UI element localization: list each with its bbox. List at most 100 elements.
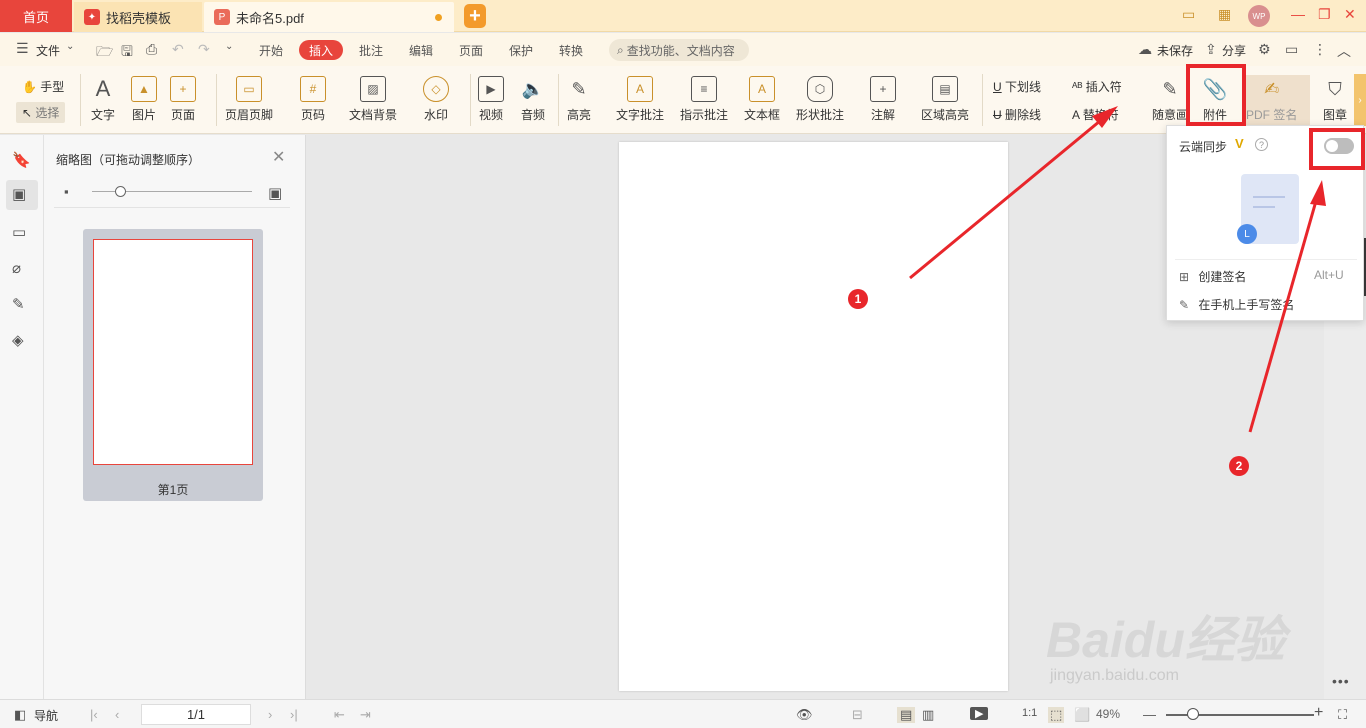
feedback-icon[interactable]: ▭ xyxy=(1285,41,1298,58)
collapse-ribbon-icon[interactable]: ︿ xyxy=(1337,41,1351,61)
fullscreen-icon[interactable]: ⛶ xyxy=(1338,707,1347,723)
doc-background-button[interactable]: ▨ 文档背景 xyxy=(349,76,397,123)
help-icon[interactable]: ? xyxy=(1255,138,1268,151)
large-image-icon[interactable]: ▣ xyxy=(268,184,282,202)
chevron-down-icon[interactable]: ⌄ xyxy=(66,41,74,52)
tab-home[interactable]: 首页 xyxy=(0,0,72,32)
zoom-slider-handle[interactable] xyxy=(1186,708,1199,720)
save-icon[interactable]: 🖫 xyxy=(121,41,133,65)
tab-convert[interactable]: 转换 xyxy=(559,42,583,59)
strikethrough-button[interactable]: U 删除线 xyxy=(993,106,1041,123)
avatar[interactable]: WP xyxy=(1248,5,1270,27)
pointer-comment-button[interactable]: ≡ 指示批注 xyxy=(680,76,728,123)
audio-button[interactable]: 🔈 音频 xyxy=(520,76,546,123)
select-tool[interactable]: ↖ 选择 xyxy=(16,102,66,123)
double-page-icon[interactable]: ▥ xyxy=(922,707,934,723)
fit-page-icon[interactable]: ⬚ xyxy=(1048,707,1065,723)
menu-icon[interactable]: ☰ xyxy=(16,40,29,57)
phone-sign-item[interactable]: ✎ 在手机上手写签名 xyxy=(1179,296,1294,313)
close-icon[interactable]: ✕ xyxy=(272,147,285,167)
insert-page-button[interactable]: + 页面 xyxy=(170,76,196,123)
layers-icon[interactable]: ◈ xyxy=(12,331,24,349)
play-icon[interactable]: ▶ xyxy=(970,707,989,720)
search-input[interactable]: ⌕ 查找功能、文档内容 xyxy=(609,39,749,61)
continuous-icon[interactable]: ⊟ xyxy=(852,707,863,723)
fit-width-icon[interactable]: ⬜ xyxy=(1074,707,1090,723)
next-page-icon[interactable]: › xyxy=(268,707,272,722)
ribbon-scroll-right-button[interactable]: › xyxy=(1354,74,1366,126)
print-icon[interactable]: ⎙ xyxy=(146,41,157,58)
more-dropdown-icon[interactable]: ⌄ xyxy=(225,41,233,52)
more-options-icon[interactable]: ••• xyxy=(1332,673,1350,689)
grid-icon[interactable]: ▦ xyxy=(1218,6,1231,23)
actual-size-icon[interactable]: 1:1 xyxy=(1022,707,1037,719)
replace-mark-button[interactable]: A 替换符 xyxy=(1072,106,1119,123)
pdf-sign-button[interactable]: ✍ PDF 签名 xyxy=(1246,76,1297,123)
insert-text-button[interactable]: A 文字 xyxy=(90,76,116,123)
area-highlight-button[interactable]: ▤ 区域高亮 xyxy=(921,76,969,123)
single-page-icon[interactable]: ▤ xyxy=(897,707,916,723)
page-thumbnail[interactable]: 第1页 xyxy=(83,229,263,501)
file-menu[interactable]: 文件 xyxy=(36,42,60,59)
last-page-icon[interactable]: ›| xyxy=(290,707,298,722)
text-comment-button[interactable]: A 文字批注 xyxy=(616,76,664,123)
page-number-button[interactable]: # 页码 xyxy=(300,76,326,123)
forward-icon[interactable]: ⇥ xyxy=(360,707,371,723)
textbox-button[interactable]: A 文本框 xyxy=(744,76,780,123)
new-tab-button[interactable]: + xyxy=(464,4,486,28)
page-number-input[interactable]: 1/1 xyxy=(141,704,251,725)
hand-tool[interactable]: ✋ 手型 xyxy=(22,78,64,95)
minimize-icon[interactable]: — xyxy=(1291,6,1305,22)
zoom-out-icon[interactable]: — xyxy=(1143,707,1156,722)
pdf-page[interactable] xyxy=(619,142,1008,691)
video-button[interactable]: ▶ 视频 xyxy=(478,76,504,123)
navigation-icon[interactable]: ◧ xyxy=(14,707,26,723)
undo-icon[interactable]: ↶ xyxy=(172,41,184,58)
close-window-icon[interactable]: ✕ xyxy=(1344,6,1356,23)
nav-label[interactable]: 导航 xyxy=(34,707,58,724)
watermark-button[interactable]: ◇ 水印 xyxy=(423,76,449,123)
unsaved-status[interactable]: 未保存 xyxy=(1157,42,1193,59)
insert-mark-button[interactable]: ᴬᴮ 插入符 xyxy=(1072,78,1122,95)
tab-start[interactable]: 开始 xyxy=(259,42,283,59)
highlight-button[interactable]: ✎ 高亮 xyxy=(566,76,592,123)
comment-icon[interactable]: ▭ xyxy=(12,223,26,241)
share-button[interactable]: 分享 xyxy=(1222,42,1246,59)
tab-template[interactable]: ✦ 找稻壳模板 xyxy=(74,2,202,32)
zoom-in-icon[interactable]: + xyxy=(1314,704,1323,722)
back-icon[interactable]: ⇤ xyxy=(334,707,345,723)
signature-panel-icon[interactable]: ✎ xyxy=(12,295,25,313)
eye-icon[interactable]: 👁 xyxy=(796,707,813,723)
stamp-button[interactable]: ⛉ 图章 xyxy=(1322,76,1348,123)
tab-comment[interactable]: 批注 xyxy=(359,42,383,59)
annotation-badge-1: 1 xyxy=(848,289,868,309)
unsaved-dot xyxy=(435,14,442,21)
tab-document[interactable]: P 未命名5.pdf xyxy=(204,2,454,32)
shape-comment-button[interactable]: ⬡ 形状批注 xyxy=(796,76,844,123)
first-page-icon[interactable]: |‹ xyxy=(90,707,98,722)
tab-page[interactable]: 页面 xyxy=(459,42,483,59)
tab-protect[interactable]: 保护 xyxy=(509,42,533,59)
underline-button[interactable]: U 下划线 xyxy=(993,78,1041,95)
settings-icon[interactable]: ⚙ xyxy=(1258,41,1271,58)
redo-icon[interactable]: ↷ xyxy=(198,41,210,58)
thumbnail-icon[interactable]: ▣ xyxy=(12,185,26,203)
more-icon[interactable]: ⋮ xyxy=(1313,41,1327,58)
freehand-button[interactable]: ✎ 随意画 xyxy=(1152,76,1188,123)
tab-insert[interactable]: 插入 xyxy=(299,40,343,60)
speaker-icon: 🔈 xyxy=(521,78,545,99)
prev-page-icon[interactable]: ‹ xyxy=(115,707,119,722)
slider-handle[interactable] xyxy=(114,186,126,197)
header-footer-button[interactable]: ▭ 页眉页脚 xyxy=(225,76,273,123)
open-folder-icon[interactable]: 🗁 xyxy=(96,41,113,65)
small-image-icon[interactable]: ▪ xyxy=(64,184,69,199)
layout-icon[interactable]: ▭ xyxy=(1182,6,1195,23)
attachment-panel-icon[interactable]: ⌀ xyxy=(12,259,21,277)
restore-icon[interactable]: ❐ xyxy=(1318,6,1331,23)
note-button[interactable]: + 注解 xyxy=(870,76,896,123)
bookmark-icon[interactable]: 🔖 xyxy=(12,151,31,169)
tab-edit[interactable]: 编辑 xyxy=(409,42,433,59)
create-sign-item[interactable]: ⊞ 创建签名 xyxy=(1179,268,1246,285)
insert-image-button[interactable]: ▲ 图片 xyxy=(131,76,157,123)
zoom-level[interactable]: 49% xyxy=(1096,707,1120,721)
